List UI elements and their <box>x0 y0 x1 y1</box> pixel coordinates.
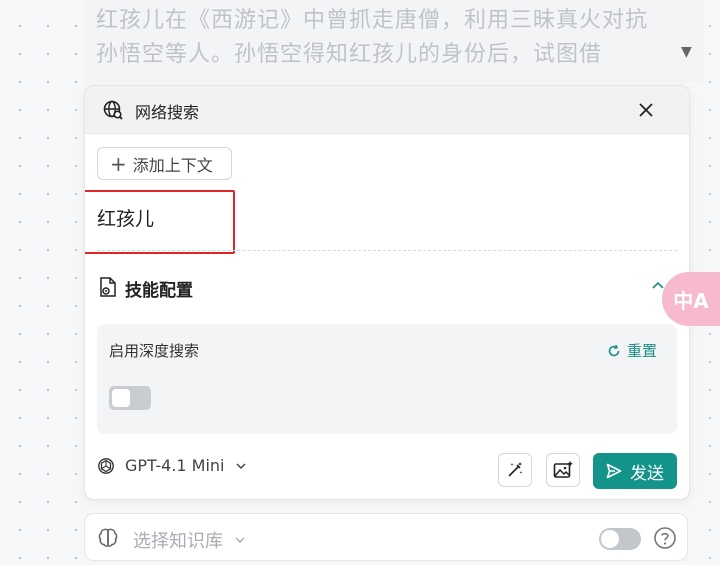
chevron-down-icon <box>235 537 245 544</box>
translate-icon: 中A <box>673 288 709 313</box>
close-button[interactable] <box>633 97 659 123</box>
skill-section-title: 技能配置 <box>125 281 193 301</box>
knowledge-base-toggle[interactable] <box>599 528 641 550</box>
deep-search-toggle[interactable] <box>109 386 151 410</box>
chevron-down-icon <box>235 462 246 469</box>
knowledge-base-placeholder: 选择知识库 <box>133 531 223 552</box>
background-message-text: 红孩儿在《西游记》中曾抓走唐僧，利用三昧真火对抗孙悟空等人。孙悟空得知红孩儿的身… <box>96 8 649 67</box>
scroll-down-icon[interactable]: ▼ <box>681 44 692 60</box>
reset-label: 重置 <box>627 342 658 360</box>
model-name: GPT-4.1 Mini <box>125 456 225 475</box>
reset-button[interactable]: 重置 <box>607 340 657 361</box>
highlight-annotation-box <box>85 190 235 254</box>
magic-wand-button[interactable] <box>498 453 532 487</box>
model-selector[interactable]: GPT-4.1 Mini <box>97 456 247 475</box>
web-search-panel: 网络搜索 + 添加上下文 红孩儿 技能配置 启用深度搜索 重置 GPT-4.1 … <box>84 85 690 500</box>
send-label: 发送 <box>630 463 664 484</box>
send-button[interactable]: 发送 <box>593 453 677 489</box>
toggle-knob <box>601 530 619 548</box>
close-icon <box>639 103 653 117</box>
canvas-dot-grid <box>0 0 84 565</box>
help-icon[interactable] <box>653 526 677 550</box>
panel-header: 网络搜索 <box>85 86 689 134</box>
add-context-button[interactable]: + 添加上下文 <box>97 147 232 180</box>
deep-search-label: 启用深度搜索 <box>109 342 200 360</box>
knowledge-base-selector[interactable]: 选择知识库 <box>133 527 247 553</box>
add-context-label: 添加上下文 <box>132 155 213 175</box>
translate-button[interactable]: 中A <box>662 272 720 326</box>
skill-config-box: 启用深度搜索 重置 <box>97 324 677 434</box>
magic-wand-icon <box>508 462 523 477</box>
image-icon <box>553 461 573 478</box>
send-icon <box>606 463 622 479</box>
divider <box>97 250 677 251</box>
skill-config-icon <box>100 277 116 297</box>
panel-title: 网络搜索 <box>135 103 200 122</box>
image-upload-button[interactable] <box>546 453 580 487</box>
brain-icon <box>98 528 118 547</box>
plus-icon: + <box>110 151 127 176</box>
toggle-knob <box>112 389 130 407</box>
globe-search-icon <box>103 100 123 120</box>
openai-icon <box>98 457 114 474</box>
refresh-icon <box>608 344 620 356</box>
knowledge-base-bar: 选择知识库 <box>84 513 688 561</box>
